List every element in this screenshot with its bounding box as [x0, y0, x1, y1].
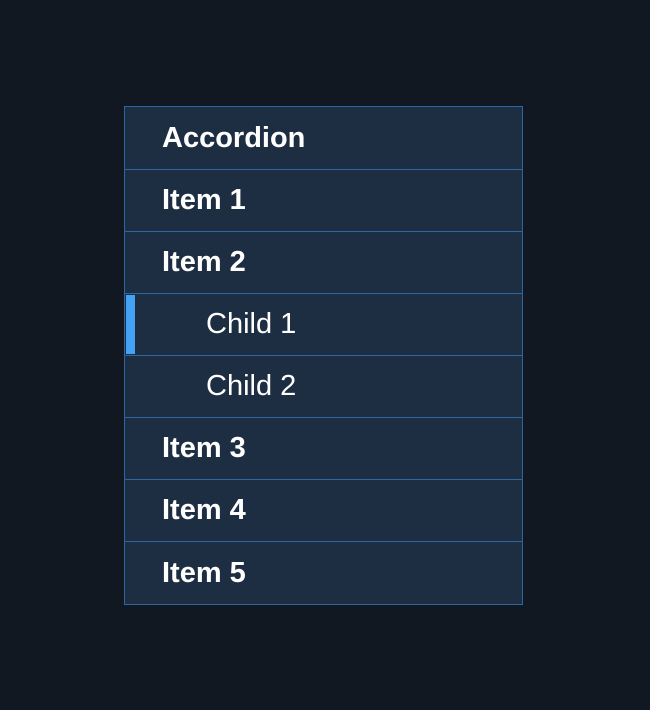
accordion-item-5[interactable]: Item 5 — [125, 542, 522, 604]
accordion-item-4[interactable]: Item 4 — [125, 480, 522, 542]
accordion-header: Accordion — [125, 107, 522, 170]
accordion-child-2[interactable]: Child 2 — [125, 356, 522, 418]
accordion-child-label: Child 2 — [206, 370, 297, 402]
accordion-child-label: Child 1 — [206, 308, 297, 340]
accordion-item-label: Item 4 — [162, 494, 246, 526]
accordion-item-2[interactable]: Item 2 — [125, 232, 522, 294]
accordion-item-1[interactable]: Item 1 — [125, 170, 522, 232]
accordion: Accordion Item 1 Item 2 Child 1 Child 2 … — [124, 106, 523, 605]
accordion-item-label: Item 1 — [162, 184, 246, 216]
selected-indicator — [126, 295, 135, 354]
accordion-child-1[interactable]: Child 1 — [125, 294, 522, 356]
accordion-title: Accordion — [162, 121, 306, 154]
accordion-item-label: Item 3 — [162, 432, 246, 464]
accordion-item-label: Item 2 — [162, 246, 246, 278]
accordion-item-3[interactable]: Item 3 — [125, 418, 522, 480]
accordion-item-label: Item 5 — [162, 556, 246, 589]
